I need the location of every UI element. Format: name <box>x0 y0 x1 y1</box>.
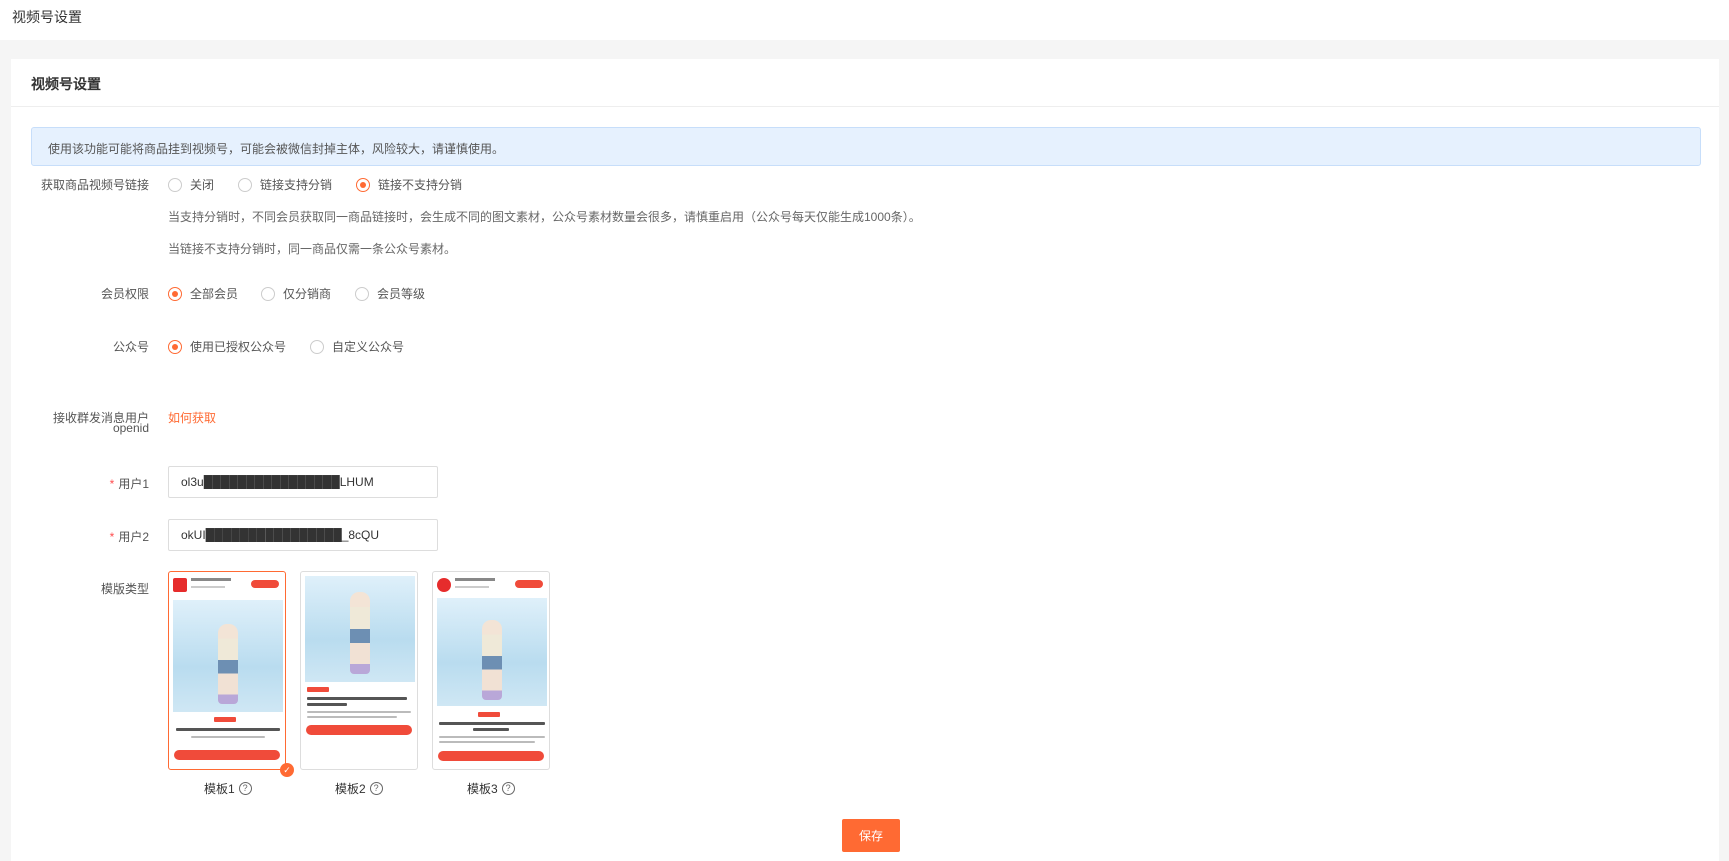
radio-dot <box>355 286 369 301</box>
radio-member-level[interactable]: 会员等级 <box>355 285 425 302</box>
link-hint-1: 当支持分销时，不同会员获取同一商品链接时，会生成不同的图文素材，公众号素材数量会… <box>168 210 921 224</box>
radio-dot <box>238 177 252 192</box>
user2-label: * 用户2 <box>109 530 149 544</box>
radio-dot <box>310 339 324 354</box>
template-1-card[interactable] <box>168 571 286 770</box>
radio-authorized-account[interactable]: 使用已授权公众号 <box>168 338 286 355</box>
template-2-card[interactable] <box>300 571 418 770</box>
question-icon[interactable]: ? <box>238 782 252 795</box>
save-button[interactable]: 保存 <box>842 819 900 852</box>
radio-all-members[interactable]: 全部会员 <box>168 285 238 302</box>
link-setting-label: 获取商品视频号链接 <box>40 178 149 192</box>
radio-dot <box>168 339 182 354</box>
how-to-get-link[interactable]: 如何获取 <box>168 409 216 426</box>
warning-alert: 使用该功能可能将商品挂到视频号，可能会被微信封掉主体，风险较大，请谨慎使用。 <box>31 127 1701 166</box>
template-3-card[interactable] <box>432 571 550 770</box>
radio-dot <box>168 177 182 192</box>
template-3-name: 模板3? <box>467 780 515 797</box>
user2-openid-input[interactable] <box>168 519 438 551</box>
question-icon[interactable]: ? <box>501 782 515 795</box>
brand-logo-icon <box>173 578 187 592</box>
template-header <box>173 577 281 595</box>
buy-button-preview <box>174 750 280 760</box>
official-account-label: 公众号 <box>112 340 149 354</box>
user1-label: * 用户1 <box>109 477 149 491</box>
top-bar: 视频号设置 <box>0 0 1729 40</box>
user1-openid-input[interactable] <box>168 466 438 498</box>
product-image <box>437 598 547 706</box>
card-header: 视频号设置 <box>11 59 1719 107</box>
template-1-name: 模板1? <box>204 780 252 797</box>
product-image <box>305 576 415 682</box>
settings-card: 视频号设置 使用该功能可能将商品挂到视频号，可能会被微信封掉主体，风险较大，请谨… <box>11 59 1719 861</box>
brand-logo-icon <box>437 578 451 592</box>
link-hint-2: 当链接不支持分销时，同一商品仅需一条公众号素材。 <box>168 242 457 256</box>
product-image <box>173 600 283 712</box>
radio-dot <box>261 286 275 301</box>
radio-custom-account[interactable]: 自定义公众号 <box>310 338 404 355</box>
member-permission-label: 会员权限 <box>100 287 149 301</box>
radio-dot <box>356 177 370 192</box>
warning-text: 使用该功能可能将商品挂到视频号，可能会被微信封掉主体，风险较大，请谨慎使用。 <box>48 142 505 156</box>
page-title: 视频号设置 <box>12 9 82 25</box>
selected-check-icon: ✓ <box>280 763 294 777</box>
template-header <box>437 577 545 595</box>
buy-button-preview <box>306 725 412 735</box>
required-mark: * <box>109 477 115 491</box>
template-type-label: 模版类型 <box>100 582 149 596</box>
radio-dot <box>168 286 182 301</box>
required-mark: * <box>109 530 115 544</box>
radio-link-distribution[interactable]: 链接支持分销 <box>238 176 332 193</box>
openid-label-line2: openid <box>112 421 149 435</box>
template-2-name: 模板2? <box>335 780 383 797</box>
question-icon[interactable]: ? <box>369 782 383 795</box>
buy-button-preview <box>438 751 544 761</box>
radio-distributors-only[interactable]: 仅分销商 <box>261 285 331 302</box>
radio-link-off[interactable]: 关闭 <box>168 176 214 193</box>
radio-link-no-distribution[interactable]: 链接不支持分销 <box>356 176 462 193</box>
card-title: 视频号设置 <box>31 76 101 92</box>
